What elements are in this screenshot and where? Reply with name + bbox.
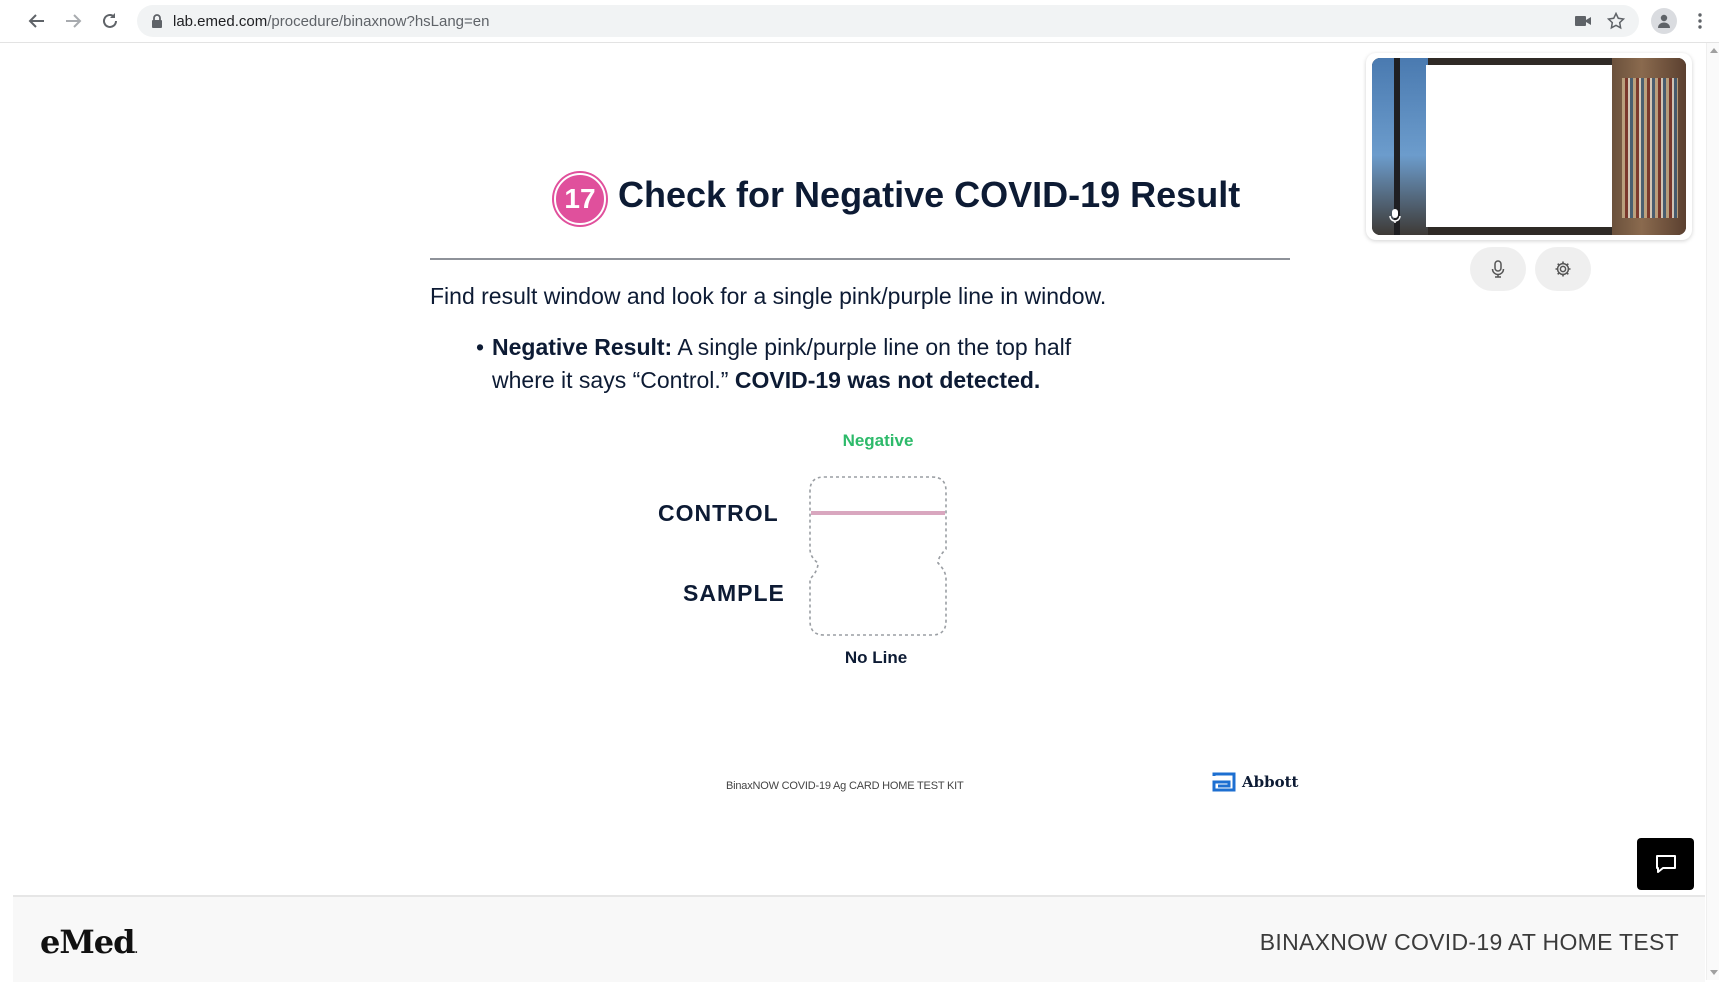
arrow-left-icon [28,14,44,28]
negative-result-bullet: • Negative Result: A single pink/purple … [476,331,1116,397]
emed-logo[interactable]: eMed. [40,923,139,961]
sample-label: SAMPLE [683,580,785,606]
control-label: CONTROL [658,500,779,526]
forward-button[interactable] [60,8,86,34]
mic-toggle-button[interactable] [1470,247,1526,291]
product-title: BINAXNOW COVID-19 AT HOME TEST [1259,929,1679,955]
reload-icon [103,13,117,28]
bullet-line-2: where it says “Control.” COVID-19 was no… [476,364,1116,397]
bullet-lead: Negative Result: [492,334,673,360]
url-host: lab.emed.com [173,13,268,30]
step-number-badge: 17 [554,173,606,225]
url-path: /procedure/binaxnow?hsLang=en [267,13,490,30]
self-video-feed [1372,58,1686,235]
bookmark-star[interactable] [1606,11,1626,31]
microphone-icon [1389,209,1401,223]
microphone-icon [1491,260,1505,278]
bullet-text-1: A single pink/purple line on the top hal… [672,334,1072,360]
browser-toolbar: lab.emed.com/procedure/binaxnow?hsLang=e… [0,0,1719,43]
chat-bubble-icon [1655,855,1676,873]
scroll-down-arrow[interactable] [1710,970,1718,975]
page-scrollbar[interactable] [1706,43,1719,980]
abbott-mark-icon [1212,772,1236,792]
profile-button[interactable] [1651,8,1677,34]
test-result-window [809,476,947,636]
footer-bar: eMed. BINAXNOW COVID-19 AT HOME TEST [13,895,1705,982]
video-camera-icon [1575,16,1591,26]
bullet-line-1: Negative Result: A single pink/purple li… [476,331,1116,364]
gear-icon [1555,261,1571,277]
abbott-logo: Abbott [1212,772,1298,792]
lock-icon [152,14,162,28]
scroll-up-arrow[interactable] [1710,48,1718,53]
camera-indicator[interactable] [1573,11,1593,31]
video-redaction-box [1426,65,1612,227]
person-icon [1658,14,1670,28]
title-divider [430,258,1290,260]
settings-button[interactable] [1535,247,1591,291]
more-vertical-icon [1698,13,1702,29]
negative-label: Negative [842,431,914,450]
no-line-label: No Line [844,648,908,667]
self-video-card [1366,53,1692,240]
back-button[interactable] [24,8,50,34]
bullet-dot: • [476,334,485,360]
reload-button[interactable] [97,8,123,34]
video-bookshelf-books [1622,78,1678,218]
kit-name: BinaxNOW COVID-19 Ag CARD HOME TEST KIT [726,780,964,792]
browser-menu-button[interactable] [1690,8,1710,34]
star-icon [1607,12,1625,30]
step-title: Check for Negative COVID-19 Result [618,174,1241,215]
arrow-right-icon [66,14,82,28]
instruction-text: Find result window and look for a single… [430,283,1107,309]
brand-name: eMed [40,923,136,961]
manufacturer-name: Abbott [1242,773,1299,791]
address-bar[interactable]: lab.emed.com/procedure/binaxnow?hsLang=e… [137,5,1639,37]
brand-dot: . [134,945,139,956]
url-text: lab.emed.com/procedure/binaxnow?hsLang=e… [173,13,489,30]
bullet-text-2: where it says “Control.” [492,367,735,393]
result-window-outline [809,476,947,636]
bullet-emphasis: COVID-19 was not detected. [734,367,1041,393]
chat-button[interactable] [1637,838,1694,890]
